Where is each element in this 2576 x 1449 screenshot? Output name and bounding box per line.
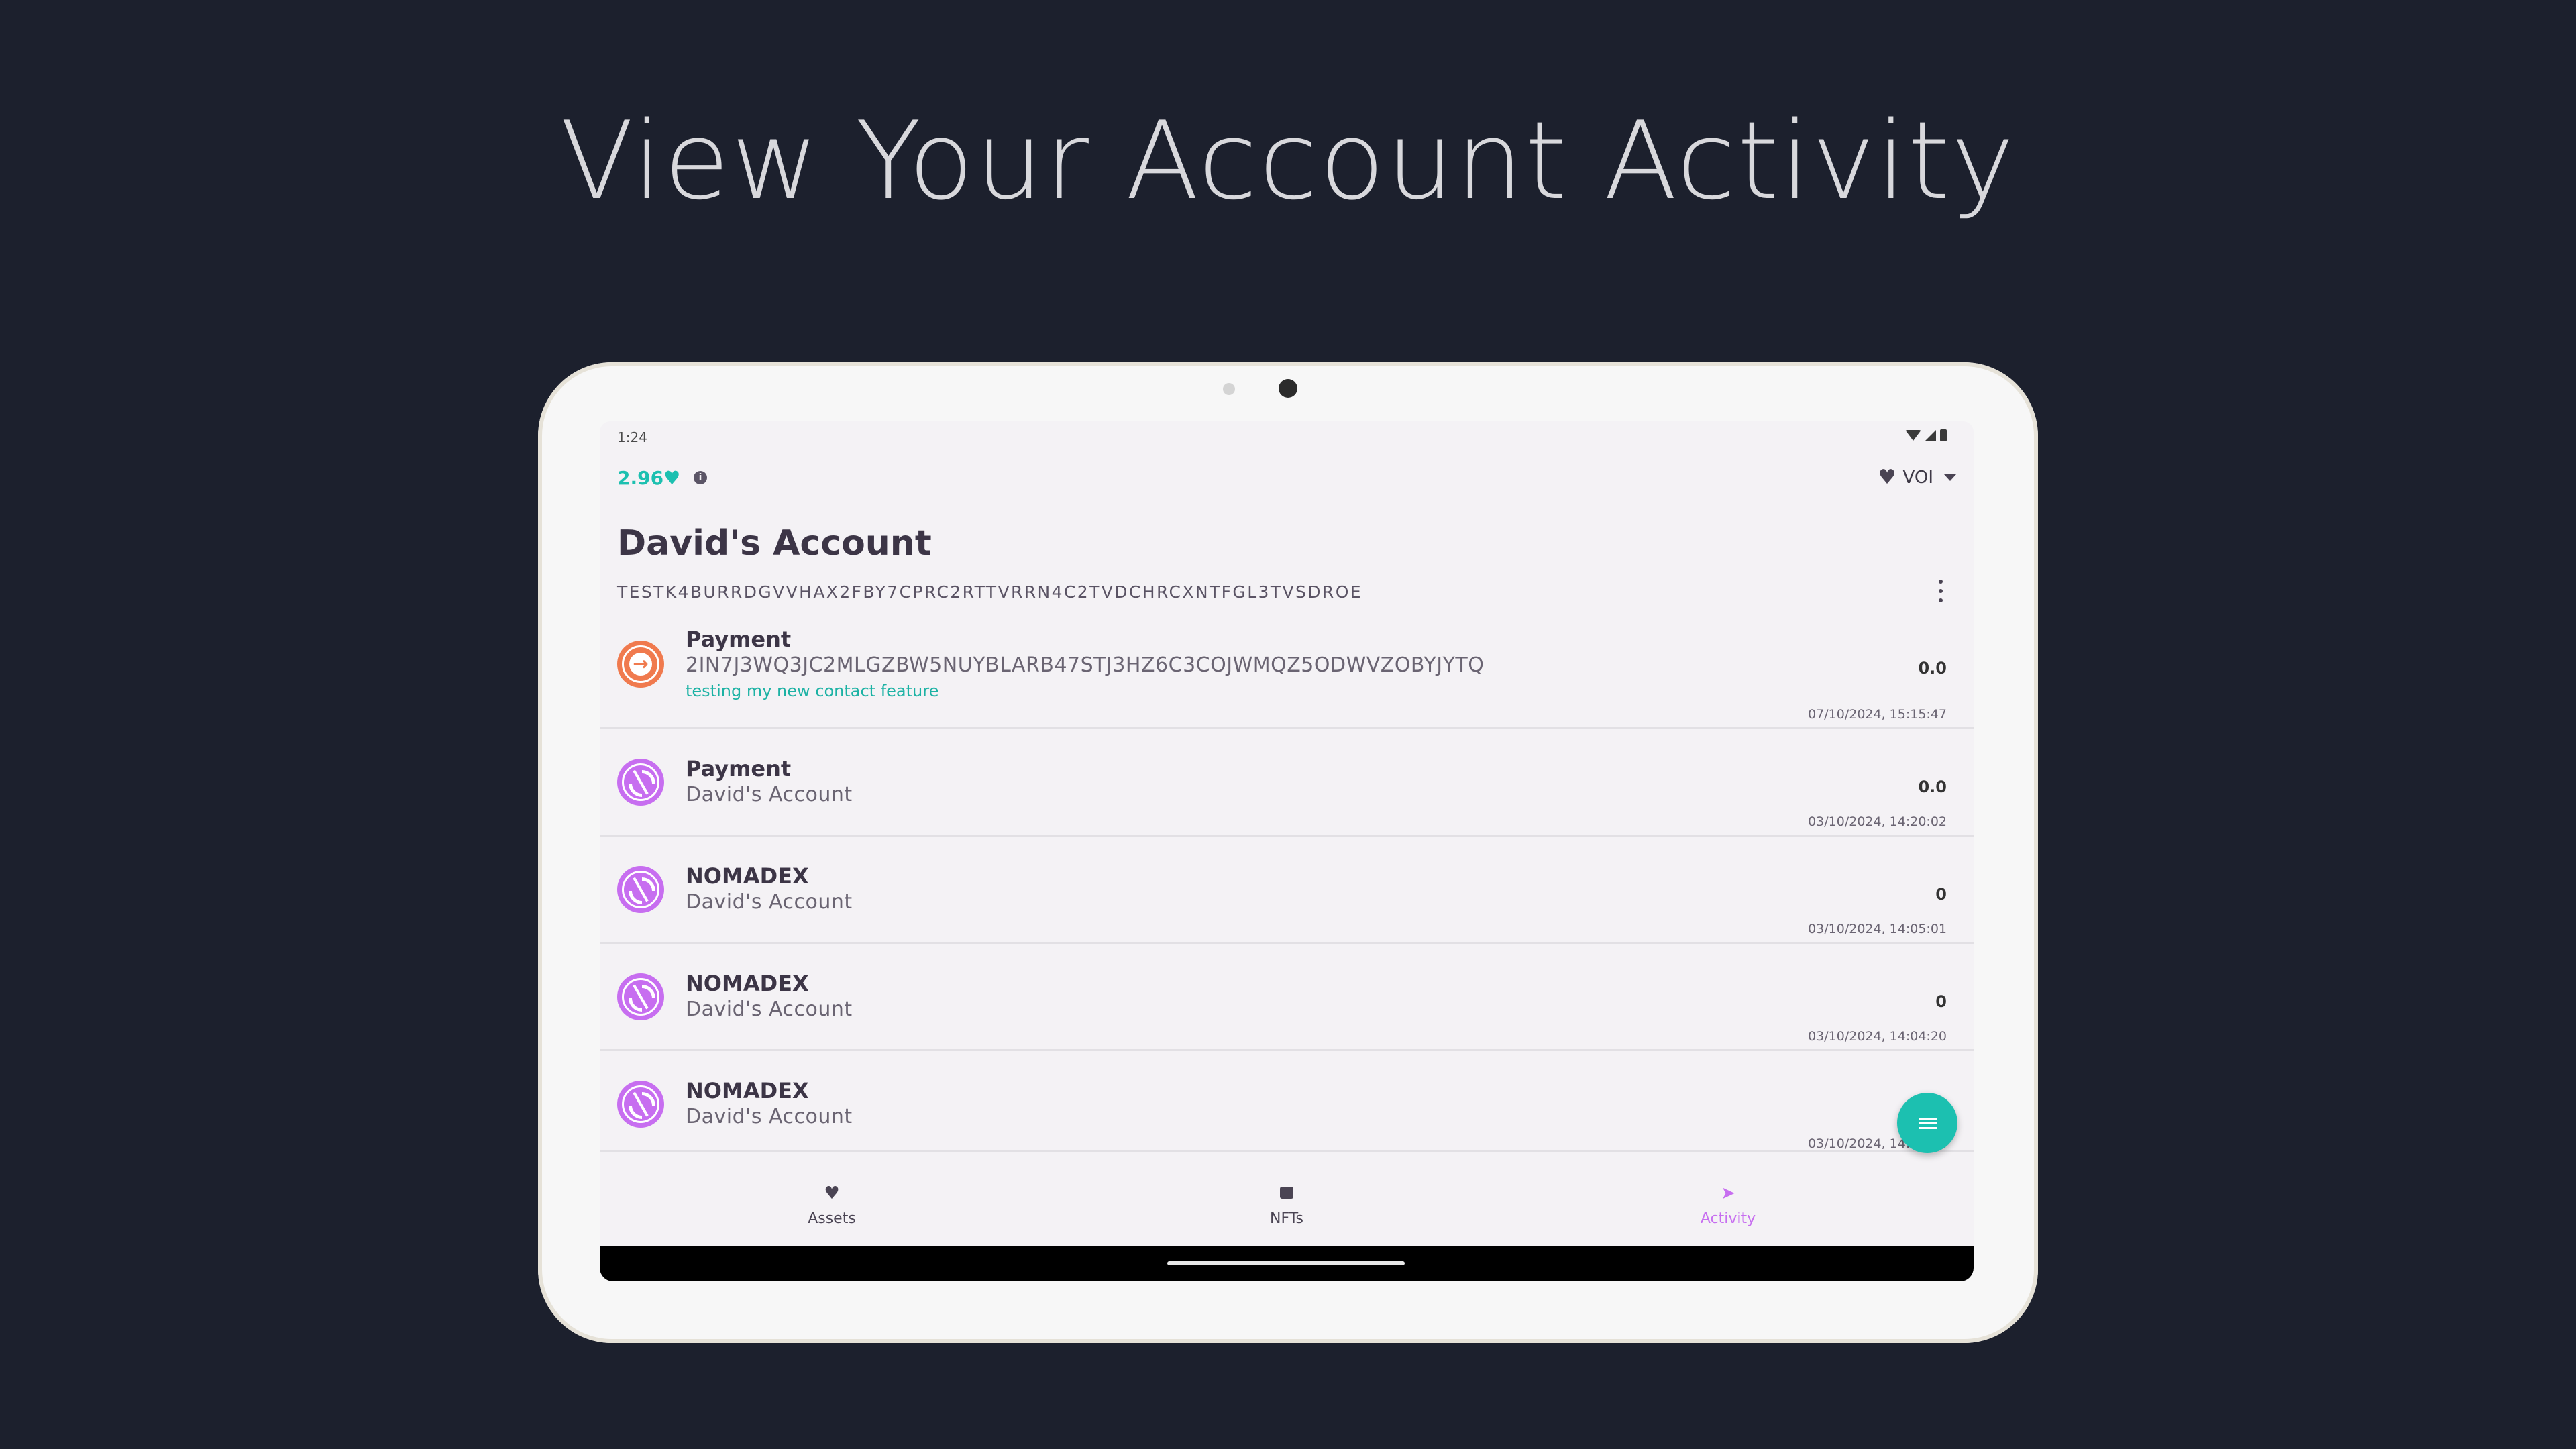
account-name: David's Account bbox=[617, 523, 932, 564]
system-gesture-bar bbox=[600, 1246, 1974, 1281]
transaction-date: 03/10/2024, 14:20:02 bbox=[1808, 814, 1947, 829]
network-heart-icon: ♥ bbox=[1878, 466, 1896, 489]
voi-currency-icon: ♥ bbox=[663, 467, 681, 489]
balance-value: 2.96 bbox=[617, 467, 664, 489]
transaction-type: Payment bbox=[686, 756, 792, 782]
transaction-amount: 0 bbox=[1935, 992, 1947, 1011]
network-label: VOI bbox=[1902, 467, 1933, 488]
wifi-icon bbox=[1905, 430, 1921, 441]
transaction-note: testing my new contact feature bbox=[686, 682, 939, 700]
transaction-amount: 0.0 bbox=[1918, 659, 1947, 678]
battery-icon bbox=[1940, 429, 1947, 441]
wallet-header: 2.96♥ i ♥ VOI bbox=[600, 462, 1974, 495]
nav-assets[interactable]: ♥ Assets bbox=[731, 1167, 932, 1246]
transaction-date: 07/10/2024, 15:15:47 bbox=[1808, 707, 1947, 722]
sensor-dot bbox=[1223, 383, 1235, 395]
nav-nfts[interactable]: NFTs bbox=[1186, 1167, 1387, 1246]
transaction-date: 03/10/2024, 14:05:01 bbox=[1808, 922, 1947, 936]
more-options-icon[interactable] bbox=[1937, 580, 1944, 602]
transaction-list: → Payment 2IN7J3WQ3JC2MLGZBW5NUYBLARB47S… bbox=[600, 623, 1974, 1152]
nav-label: Assets bbox=[808, 1210, 856, 1227]
transaction-type: NOMADEX bbox=[686, 971, 809, 996]
transaction-amount: 0.0 bbox=[1918, 777, 1947, 796]
transaction-row[interactable]: NOMADEX David's Account 03/10/2024, 14:0… bbox=[600, 1051, 1974, 1152]
heart-icon: ♥ bbox=[824, 1183, 840, 1203]
signal-icon bbox=[1925, 430, 1936, 441]
transaction-row[interactable]: NOMADEX David's Account 0 03/10/2024, 14… bbox=[600, 944, 1974, 1051]
transaction-type: Payment bbox=[686, 627, 792, 652]
bottom-navigation: ♥ Assets NFTs ➤ Activity bbox=[600, 1167, 1974, 1246]
transaction-counterparty: David's Account bbox=[686, 783, 853, 806]
camera-dot bbox=[1279, 379, 1297, 398]
status-icons bbox=[1905, 429, 1947, 441]
status-bar: 1:24 bbox=[600, 421, 1974, 451]
transaction-row[interactable]: Payment David's Account 0.0 03/10/2024, … bbox=[600, 729, 1974, 837]
self-transfer-icon bbox=[617, 1081, 664, 1128]
info-icon[interactable]: i bbox=[694, 471, 707, 484]
transaction-type: NOMADEX bbox=[686, 863, 809, 889]
home-gesture-handle[interactable] bbox=[1167, 1261, 1405, 1265]
nav-label: Activity bbox=[1700, 1210, 1756, 1227]
page-headline: View Your Account Activity bbox=[559, 98, 2017, 223]
transaction-counterparty: 2IN7J3WQ3JC2MLGZBW5NUYBLARB47STJ3HZ6C3CO… bbox=[686, 653, 1485, 677]
nav-activity[interactable]: ➤ Activity bbox=[1627, 1167, 1829, 1246]
payment-out-icon: → bbox=[617, 641, 664, 688]
network-selector[interactable]: ♥ VOI bbox=[1878, 466, 1956, 489]
app-screen: 1:24 2.96♥ i ♥ VOI David's Account TESTK… bbox=[600, 421, 1974, 1281]
chevron-down-icon bbox=[1944, 474, 1956, 481]
transaction-row[interactable]: NOMADEX David's Account 0 03/10/2024, 14… bbox=[600, 837, 1974, 944]
transaction-type: NOMADEX bbox=[686, 1078, 809, 1104]
status-time: 1:24 bbox=[617, 429, 647, 445]
self-transfer-icon bbox=[617, 973, 664, 1020]
transaction-counterparty: David's Account bbox=[686, 890, 853, 914]
transaction-date: 03/10/2024, 14:04:20 bbox=[1808, 1029, 1947, 1044]
nav-label: NFTs bbox=[1270, 1210, 1303, 1227]
menu-fab-button[interactable] bbox=[1897, 1093, 1957, 1153]
tablet-frame: 1:24 2.96♥ i ♥ VOI David's Account TESTK… bbox=[538, 362, 2038, 1343]
image-icon bbox=[1186, 1183, 1387, 1203]
balance-display[interactable]: 2.96♥ bbox=[617, 467, 680, 489]
self-transfer-icon bbox=[617, 759, 664, 806]
transaction-counterparty: David's Account bbox=[686, 998, 853, 1021]
transaction-amount: 0 bbox=[1935, 885, 1947, 904]
send-icon: ➤ bbox=[1721, 1183, 1735, 1203]
transaction-row[interactable]: → Payment 2IN7J3WQ3JC2MLGZBW5NUYBLARB47S… bbox=[600, 623, 1974, 729]
transaction-counterparty: David's Account bbox=[686, 1105, 853, 1128]
account-address[interactable]: TESTK4BURRDGVVHAX2FBY7CPRC2RTTVRRN4C2TVD… bbox=[617, 582, 1362, 602]
self-transfer-icon bbox=[617, 866, 664, 913]
